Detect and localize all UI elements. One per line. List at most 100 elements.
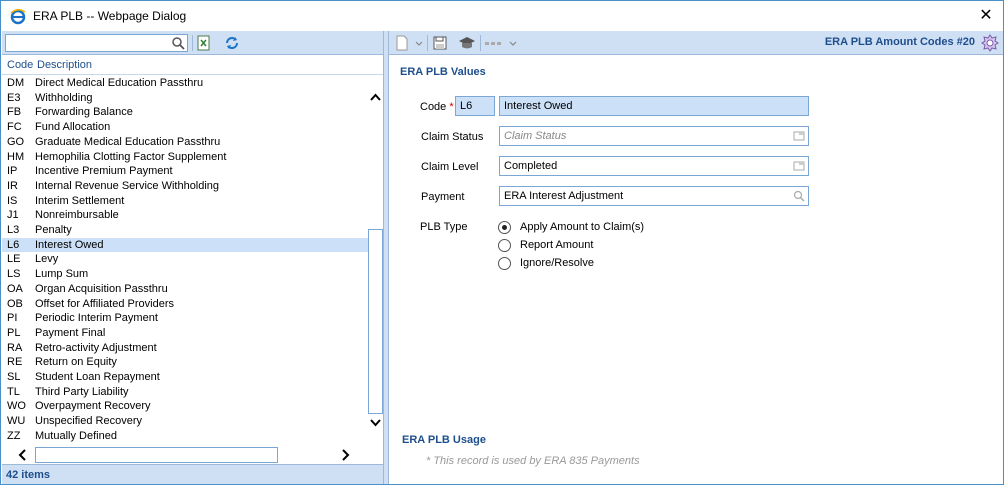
toolbar-separator xyxy=(192,35,193,51)
list-item[interactable]: DM Direct Medical Education Passthru xyxy=(2,76,368,91)
payment-label: Payment xyxy=(421,191,465,203)
claim-level-label: Claim Level xyxy=(421,161,479,173)
list-item[interactable]: WO Overpayment Recovery xyxy=(2,399,368,414)
toolbar-separator xyxy=(480,35,481,51)
list-item[interactable]: ZZ Mutually Defined xyxy=(2,429,368,444)
code-field[interactable]: L6 xyxy=(455,96,495,116)
save-icon[interactable] xyxy=(431,34,449,52)
list-item[interactable]: L6 Interest Owed xyxy=(2,237,368,253)
list-item-description: Forwarding Balance xyxy=(35,106,133,119)
column-header-code[interactable]: Code xyxy=(7,59,33,71)
title-bar: ERA PLB -- Webpage Dialog ✕ xyxy=(1,1,1003,31)
radio-ignore-resolve[interactable] xyxy=(498,257,511,270)
list-item-description: Overpayment Recovery xyxy=(35,400,151,413)
list-item-code: PI xyxy=(7,312,18,325)
claim-status-placeholder: Claim Status xyxy=(504,130,567,142)
list-item[interactable]: TL Third Party Liability xyxy=(2,385,368,400)
radio-report-amount-label[interactable]: Report Amount xyxy=(520,239,593,251)
list-item[interactable]: RE Return on Equity xyxy=(2,355,368,370)
list-item[interactable]: FC Fund Allocation xyxy=(2,120,368,135)
radio-ignore-resolve-label[interactable]: Ignore/Resolve xyxy=(520,257,594,269)
close-button[interactable]: ✕ xyxy=(975,5,997,27)
list-item[interactable]: LS Lump Sum xyxy=(2,267,368,282)
list-item-description: Nonreimbursable xyxy=(35,209,119,222)
search-icon[interactable] xyxy=(793,190,805,202)
usage-note: * This record is used by ERA 835 Payment… xyxy=(426,455,640,467)
list-status-bar: 42 items xyxy=(2,464,383,484)
gear-icon[interactable] xyxy=(981,34,999,52)
list-item[interactable]: IP Incentive Premium Payment xyxy=(2,164,368,179)
list-item[interactable]: WU Unspecified Recovery xyxy=(2,414,368,429)
list-item-code: HM xyxy=(7,150,25,163)
radio-apply-amount[interactable] xyxy=(498,221,511,234)
list-item-description: Withholding xyxy=(35,91,93,104)
scroll-down-icon[interactable] xyxy=(368,416,383,430)
list-item[interactable]: LE Levy xyxy=(2,252,368,267)
refresh-icon[interactable] xyxy=(223,34,241,52)
horizontal-scrollbar[interactable] xyxy=(2,446,368,464)
search-icon[interactable] xyxy=(171,36,185,50)
graduation-cap-icon[interactable] xyxy=(458,34,476,52)
vertical-scroll-thumb[interactable] xyxy=(368,229,383,414)
scroll-left-icon[interactable] xyxy=(16,448,30,462)
list-item[interactable]: PL Payment Final xyxy=(2,326,368,341)
list-item[interactable]: E3 Withholding xyxy=(2,91,368,106)
new-document-icon[interactable] xyxy=(393,34,411,52)
list-item[interactable]: RA Retro-activity Adjustment xyxy=(2,341,368,356)
list-item-code: L6 xyxy=(7,238,20,251)
list-item[interactable]: IS Interim Settlement xyxy=(2,194,368,209)
list-item-code: RA xyxy=(7,341,23,354)
column-header-description[interactable]: Description xyxy=(37,59,92,71)
list-item[interactable]: L3 Penalty xyxy=(2,223,368,238)
detail-panel: ERA PLB Amount Codes #20 ERA PLB Values … xyxy=(389,31,1003,484)
list-item-description: Third Party Liability xyxy=(35,385,129,398)
list-item-description: Direct Medical Education Passthru xyxy=(35,77,204,89)
scroll-up-icon[interactable] xyxy=(368,90,383,104)
picker-icon[interactable] xyxy=(793,160,805,172)
claim-level-field[interactable]: Completed xyxy=(499,156,809,176)
list-item[interactable]: J1 Nonreimbursable xyxy=(2,208,368,223)
usage-section-title: ERA PLB Usage xyxy=(402,434,486,446)
list-toolbar xyxy=(2,31,383,55)
horizontal-scroll-thumb[interactable] xyxy=(35,447,278,463)
export-excel-icon[interactable] xyxy=(195,34,213,52)
list-item[interactable]: FB Forwarding Balance xyxy=(2,105,368,120)
list-item-description: Organ Acquisition Passthru xyxy=(35,282,168,295)
list-item-description: Student Loan Repayment xyxy=(35,371,160,383)
code-description-field[interactable]: Interest Owed xyxy=(499,96,809,116)
list-item[interactable]: PI Periodic Interim Payment xyxy=(2,311,368,326)
list-item[interactable]: OA Organ Acquisition Passthru xyxy=(2,282,368,297)
list-item[interactable]: HM Hemophilia Clotting Factor Supplement xyxy=(2,150,368,165)
code-list: DM Direct Medical Education Passthru E3 Wit… xyxy=(2,76,368,446)
list-item[interactable]: GO Graduate Medical Education Passthru xyxy=(2,135,368,150)
list-item[interactable]: OB Offset for Affiliated Providers xyxy=(2,297,368,312)
chevron-down-icon[interactable] xyxy=(509,41,517,47)
picker-icon[interactable] xyxy=(793,130,805,142)
more-options-icon[interactable] xyxy=(485,41,503,46)
scroll-right-icon[interactable] xyxy=(338,448,352,462)
radio-apply-amount-label[interactable]: Apply Amount to Claim(s) xyxy=(520,221,644,233)
list-item-description: Graduate Medical Education Passthru xyxy=(35,135,221,148)
detail-toolbar: ERA PLB Amount Codes #20 xyxy=(389,31,1003,55)
radio-report-amount[interactable] xyxy=(498,239,511,252)
claim-status-field[interactable]: Claim Status xyxy=(499,126,809,146)
chevron-down-icon[interactable] xyxy=(415,41,423,47)
search-input[interactable] xyxy=(5,34,188,52)
list-item-code: PL xyxy=(7,326,21,339)
list-item[interactable]: IR Internal Revenue Service Withholding xyxy=(2,179,368,194)
list-item-code: WO xyxy=(7,400,26,413)
payment-field[interactable]: ERA Interest Adjustment xyxy=(499,186,809,206)
list-item-description: Incentive Premium Payment xyxy=(35,165,173,178)
list-item-description: Offset for Affiliated Providers xyxy=(35,297,174,310)
list-item-description: Lump Sum xyxy=(35,268,89,281)
list-column-header: Code Description xyxy=(2,56,383,75)
list-item-code: SL xyxy=(7,371,21,383)
list-item[interactable]: SL Student Loan Repayment xyxy=(2,370,368,385)
list-item-description: Fund Allocation xyxy=(35,121,111,134)
code-field-value: L6 xyxy=(460,100,473,112)
toolbar-separator xyxy=(427,35,428,51)
list-item-description: Payment Final xyxy=(35,326,106,339)
list-item-code: TL xyxy=(7,385,20,398)
list-item-code: IS xyxy=(7,194,18,207)
vertical-scrollbar[interactable] xyxy=(368,76,383,446)
